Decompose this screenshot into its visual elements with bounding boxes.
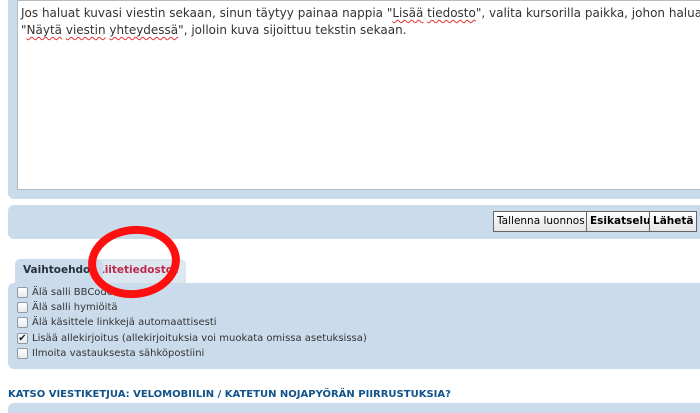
misspelled-word: Lisää (392, 6, 424, 20)
checkbox[interactable] (17, 317, 28, 328)
topic-return-link[interactable]: KATSO VIESTIKETJUA: VELOMOBIILIN / KATET… (8, 389, 451, 400)
misspelled-word: yhteydessä (109, 23, 179, 37)
checkbox[interactable] (17, 348, 28, 359)
message-line-1: Jos haluat kuvasi viestin sekaan, sinun … (21, 5, 700, 22)
tab-options[interactable]: Vaihtoehdot (15, 259, 104, 284)
misspelled-word: viestin (65, 23, 106, 37)
option-label: Älä salli hymiöitä (32, 302, 118, 313)
bottom-panel (8, 403, 700, 413)
misspelled-word: tiedosto (427, 6, 476, 20)
checkbox[interactable] (17, 287, 28, 298)
text-segment: ", jolloin kuva sijoittuu tekstin sekaan… (178, 23, 407, 37)
option-label: Lisää allekirjoitus (allekirjoituksia vo… (32, 333, 367, 344)
message-line-2: "Näytä viestin yhteydessä", jolloin kuva… (21, 22, 700, 39)
option-label: Älä käsittele linkkejä automaattisesti (32, 317, 217, 328)
checkbox[interactable] (17, 302, 28, 313)
preview-button[interactable]: Esikatselu (586, 211, 655, 232)
message-textarea[interactable]: Jos haluat kuvasi viestin sekaan, sinun … (17, 0, 700, 190)
option-label: Ilmoita vastauksesta sähköpostiini (32, 348, 205, 359)
submit-button[interactable]: Lähetä (649, 211, 698, 232)
option-label: Älä salli BBCode (32, 287, 113, 298)
misspelled-word: Näytä (26, 23, 63, 37)
text-segment: ", valita kursorilla paikka, johon halua… (475, 6, 700, 20)
checkbox-checked[interactable]: ✔ (17, 333, 28, 344)
tab-attachments[interactable]: Liitetiedostot (90, 259, 187, 283)
save-draft-button[interactable]: Tallenna luonnos (493, 211, 589, 232)
text-segment: Jos haluat kuvasi viestin sekaan, sinun … (21, 6, 393, 20)
